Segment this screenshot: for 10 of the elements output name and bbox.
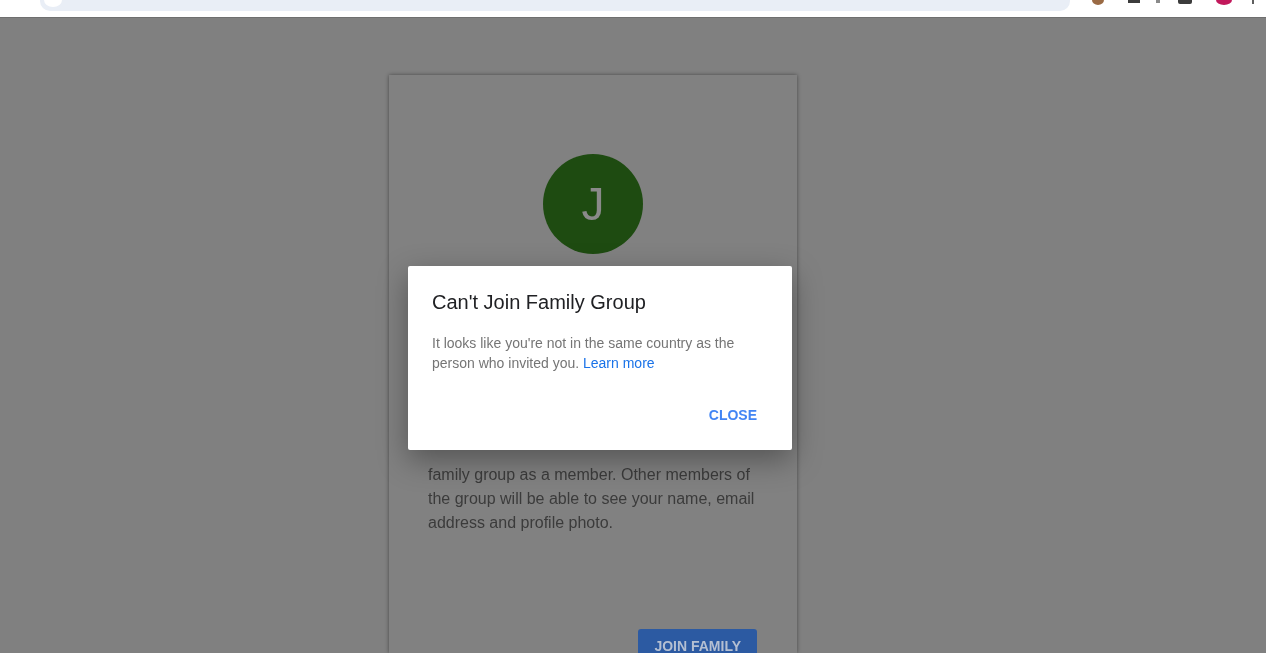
- toolbar-icon[interactable]: [1178, 0, 1192, 4]
- learn-more-link[interactable]: Learn more: [583, 355, 655, 371]
- join-family-button[interactable]: JOIN FAMILY: [638, 629, 757, 653]
- close-button[interactable]: CLOSE: [700, 397, 765, 433]
- profile-avatar-icon[interactable]: [1216, 0, 1232, 5]
- dialog-message: It looks like you're not in the same country as the person who invited you. Learn more: [432, 334, 736, 373]
- avatar-initial: J: [543, 154, 643, 254]
- dialog-title: Can't Join Family Group: [432, 290, 647, 315]
- invitation-description: family group as a member. Other members of the group will be able to see your name, email address and profile photo.: [428, 465, 756, 533]
- extension-icon[interactable]: [1092, 0, 1104, 5]
